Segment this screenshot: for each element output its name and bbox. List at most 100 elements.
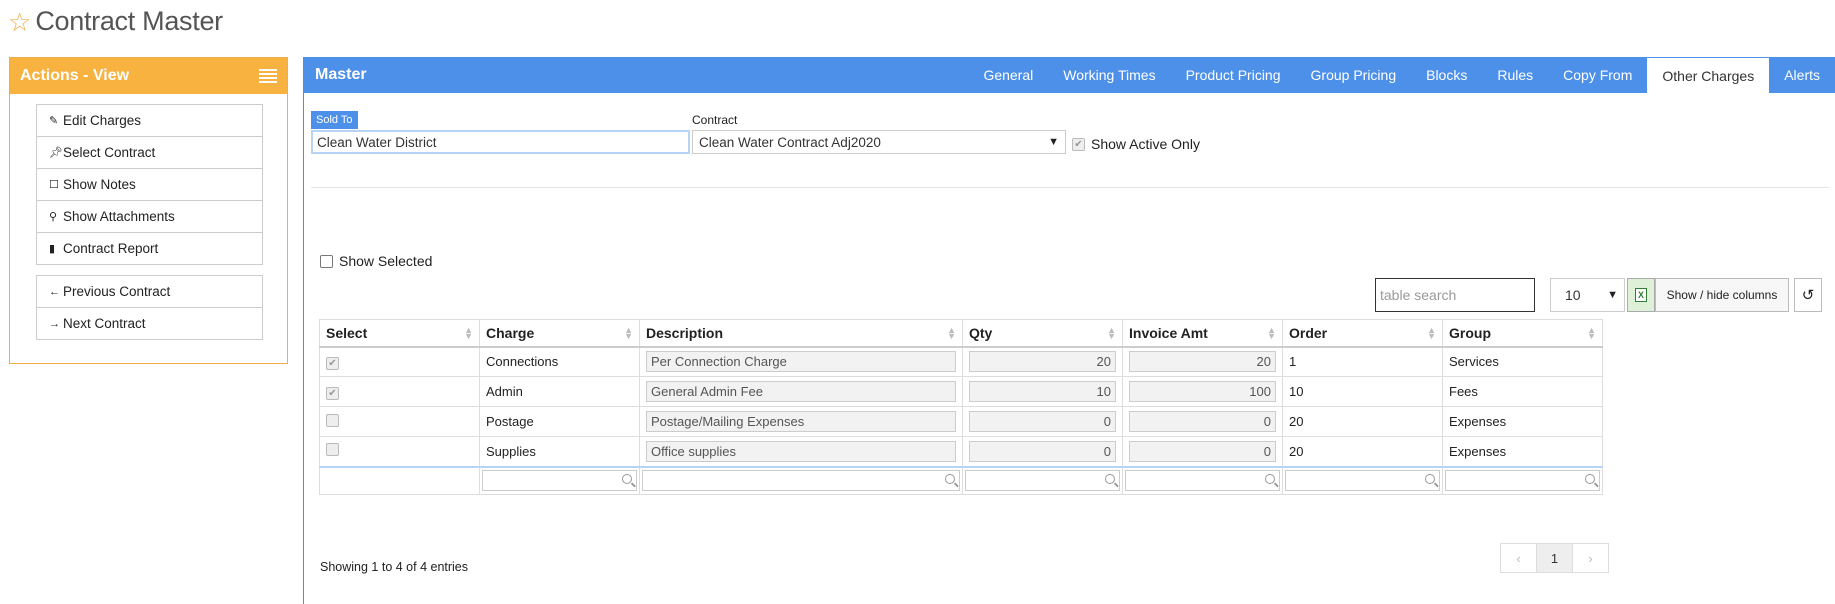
edit-charges-button[interactable]: ✎ Edit Charges xyxy=(36,104,263,137)
sort-icon: ▲ ▼ xyxy=(947,325,956,341)
refresh-button[interactable]: ↺ xyxy=(1794,278,1822,312)
row-select-checkbox[interactable] xyxy=(326,413,339,427)
actions-panel-header: Actions - View xyxy=(10,58,287,94)
invoice-amt-filter-input[interactable] xyxy=(1125,470,1280,492)
excel-icon: X xyxy=(1635,288,1647,302)
search-icon xyxy=(1585,474,1595,485)
description-field: Postage/Mailing Expenses xyxy=(646,411,956,432)
show-selected-label: Show Selected xyxy=(339,253,433,269)
actions-group-navigation: ← Previous Contract → Next Contract xyxy=(36,275,263,340)
tab-working-times[interactable]: Working Times xyxy=(1048,57,1170,93)
search-icon xyxy=(1425,474,1435,485)
row-select-checkbox[interactable]: ✔ xyxy=(326,386,339,400)
page-header: ☆ Contract Master xyxy=(8,6,223,37)
description-field: General Admin Fee xyxy=(646,381,956,402)
sort-icon: ▲ ▼ xyxy=(624,325,633,341)
group-filter-input[interactable] xyxy=(1445,470,1600,492)
show-selected-toggle[interactable]: Show Selected xyxy=(320,253,432,269)
description-filter-input[interactable] xyxy=(642,470,960,492)
tab-alerts[interactable]: Alerts xyxy=(1769,57,1835,93)
show-hide-columns-button[interactable]: Show / hide columns xyxy=(1655,278,1789,312)
column-header-order[interactable]: Order ▲ ▼ xyxy=(1282,319,1443,348)
charges-table: Select ▲ ▼ Charge ▲ ▼ Description ▲ ▼ Qty ▲ ▼ In… xyxy=(319,319,1603,495)
column-header-description[interactable]: Description ▲ ▼ xyxy=(639,319,963,348)
invoice-amt-field: 0 xyxy=(1129,440,1276,462)
column-header-charge[interactable]: Charge ▲ ▼ xyxy=(479,319,640,348)
column-header-select[interactable]: Select ▲ ▼ xyxy=(319,319,480,348)
tab-blocks[interactable]: Blocks xyxy=(1411,57,1482,93)
arrow-left-icon: ← xyxy=(49,285,60,298)
order-cell: 10 xyxy=(1282,376,1443,407)
page-title: Contract Master xyxy=(35,6,223,36)
page-size-select[interactable]: 10 ▼ xyxy=(1550,278,1625,312)
order-filter-input[interactable] xyxy=(1285,470,1440,492)
page-size-value: 10 xyxy=(1565,287,1581,303)
show-active-only-checkbox[interactable]: ✔ xyxy=(1072,137,1085,151)
export-excel-button[interactable]: X xyxy=(1627,278,1655,312)
group-cell: Services xyxy=(1442,346,1603,377)
search-icon xyxy=(622,474,632,485)
contract-report-button[interactable]: ▮ Contract Report xyxy=(36,232,263,265)
column-header-group[interactable]: Group ▲ ▼ xyxy=(1442,319,1603,348)
show-attachments-button[interactable]: ⚲ Show Attachments xyxy=(36,200,263,233)
order-cell: 1 xyxy=(1282,346,1443,377)
tab-product-pricing[interactable]: Product Pricing xyxy=(1171,57,1296,93)
search-icon xyxy=(945,474,955,485)
previous-page-button[interactable]: ‹ xyxy=(1500,543,1537,573)
master-panel-header: Master General Working Times Product Pri… xyxy=(304,57,1835,93)
search-icon xyxy=(1105,474,1115,485)
select-contract-label: Select Contract xyxy=(63,145,156,160)
select-contract-button[interactable]: 📌︎ Select Contract xyxy=(36,136,263,169)
pagination: ‹ 1 › xyxy=(1500,543,1609,573)
tab-general[interactable]: General xyxy=(968,57,1048,93)
search-icon xyxy=(1265,474,1275,485)
page-1-button[interactable]: 1 xyxy=(1536,543,1573,573)
show-active-only-toggle[interactable]: ✔ Show Active Only xyxy=(1072,136,1200,152)
row-select-checkbox[interactable]: ✔ xyxy=(326,356,339,370)
charge-cell: Connections xyxy=(479,346,640,377)
filter-row xyxy=(319,465,1603,495)
table-header-row: Select ▲ ▼ Charge ▲ ▼ Description ▲ ▼ Qty ▲ ▼ In… xyxy=(319,319,1603,348)
tab-other-charges[interactable]: Other Charges xyxy=(1647,57,1770,93)
edit-charges-label: Edit Charges xyxy=(63,113,142,128)
star-icon[interactable]: ☆ xyxy=(8,9,31,35)
show-selected-checkbox[interactable] xyxy=(320,254,333,268)
sold-to-field[interactable] xyxy=(311,130,690,154)
chevron-down-icon: ▼ xyxy=(1048,136,1059,148)
show-notes-button[interactable]: ☐ Show Notes xyxy=(36,168,263,201)
invoice-amt-field: 20 xyxy=(1129,351,1276,373)
column-header-invoice-amt[interactable]: Invoice Amt ▲ ▼ xyxy=(1122,319,1283,348)
tab-copy-from[interactable]: Copy From xyxy=(1548,57,1647,93)
description-field: Office supplies xyxy=(646,440,956,462)
refresh-icon: ↺ xyxy=(1801,287,1815,304)
table-search-input[interactable]: table search xyxy=(1375,278,1535,312)
actions-panel: Actions - View ✎ Edit Charges 📌︎ Select … xyxy=(9,57,288,364)
order-cell: 20 xyxy=(1282,406,1443,437)
previous-contract-button[interactable]: ← Previous Contract xyxy=(36,275,263,308)
contract-select[interactable]: Clean Water Contract Adj2020 ▼ xyxy=(692,130,1066,154)
column-header-qty[interactable]: Qty ▲ ▼ xyxy=(962,319,1123,348)
tab-rules[interactable]: Rules xyxy=(1482,57,1548,93)
table-row: ✔ Connections Per Connection Charge 20 2… xyxy=(319,346,1603,377)
sort-icon: ▲ ▼ xyxy=(1267,325,1276,341)
next-contract-label: Next Contract xyxy=(63,316,146,331)
charge-filter-input[interactable] xyxy=(482,470,637,492)
pencil-icon: ✎ xyxy=(49,115,59,127)
qty-filter-input[interactable] xyxy=(965,470,1120,492)
sort-icon: ▲ ▼ xyxy=(464,325,473,341)
next-page-button[interactable]: › xyxy=(1572,543,1609,573)
contract-select-value: Clean Water Contract Adj2020 xyxy=(699,134,881,150)
hamburger-menu-icon[interactable] xyxy=(259,69,277,83)
sold-to-label: Sold To xyxy=(311,111,358,129)
table-search-placeholder: table search xyxy=(1380,287,1457,303)
showing-entries-text: Showing 1 to 4 of 4 entries xyxy=(320,560,469,574)
contract-label: Contract xyxy=(692,113,738,127)
order-cell: 20 xyxy=(1282,436,1443,467)
actions-group-primary: ✎ Edit Charges 📌︎ Select Contract ☐ Show… xyxy=(36,104,263,265)
qty-field: 10 xyxy=(969,381,1116,402)
arrow-right-icon: → xyxy=(49,317,60,330)
qty-field: 0 xyxy=(969,440,1116,462)
row-select-checkbox[interactable] xyxy=(326,443,339,457)
tab-group-pricing[interactable]: Group Pricing xyxy=(1296,57,1412,93)
next-contract-button[interactable]: → Next Contract xyxy=(36,307,263,340)
